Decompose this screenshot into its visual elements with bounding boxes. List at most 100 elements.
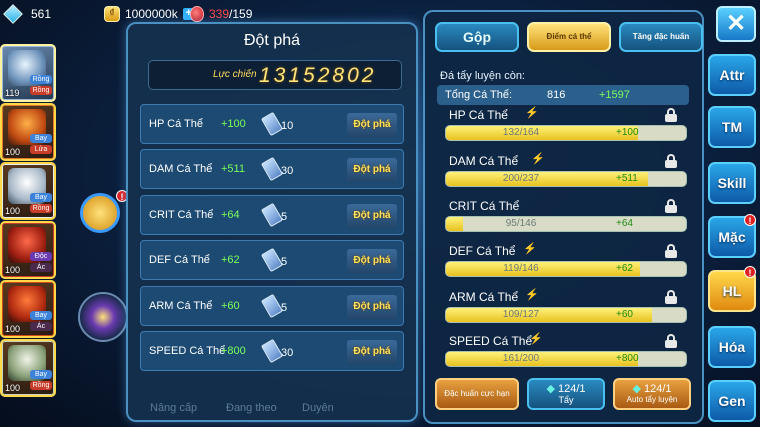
diamond-icon	[3, 4, 23, 24]
breakthrough-button[interactable]: Đột phá	[347, 249, 397, 273]
lock-icon[interactable]	[665, 154, 677, 168]
stat-value: 132/164	[502, 127, 540, 138]
lightning-icon: ⚡	[525, 289, 539, 301]
scroll-icon	[260, 111, 284, 137]
stat-bar: 132/164 +100	[445, 125, 687, 141]
type-tag: Bay	[30, 370, 52, 379]
type-tag: Rồng	[30, 381, 52, 390]
type-tag: Ác	[30, 322, 52, 331]
scroll-icon	[260, 338, 284, 364]
tab-individual-points[interactable]: Điểm cá thể	[527, 22, 611, 52]
scroll-count: 5	[281, 211, 288, 223]
pet-level: 100	[5, 265, 21, 275]
stat-bonus: +62	[221, 254, 240, 266]
bond-tab[interactable]: Duyên	[302, 402, 334, 414]
power-label: Lực chiến	[213, 69, 257, 80]
scroll-count: 5	[281, 256, 288, 268]
gold-value: 1000000k	[125, 7, 178, 21]
side-tab-tm[interactable]: TM	[708, 106, 756, 148]
pet-level: 100	[5, 147, 21, 157]
side-tab-gen[interactable]: Gen	[708, 380, 756, 422]
lock-icon[interactable]	[665, 290, 677, 304]
side-tab-evolve[interactable]: Hóa	[708, 326, 756, 368]
stat-bonus: +60	[221, 300, 240, 312]
type-tag: Ác	[30, 263, 52, 272]
stamina-counter: 339/159	[190, 4, 252, 24]
upgrade-tab[interactable]: Nâng cấp	[150, 402, 197, 414]
type-tag: Rồng	[30, 75, 52, 84]
stat-bar: 109/127 +60	[445, 307, 687, 323]
stat-bonus: +800	[221, 345, 246, 357]
stat-bonus: +511	[221, 163, 245, 175]
total-bonus: +1597	[599, 89, 630, 101]
stat-label: ARM Cá Thể	[449, 290, 519, 304]
breakthrough-row: SPEED Cá Thể +800 30 Đột phá	[140, 331, 404, 371]
breakthrough-button[interactable]: Đột phá	[347, 158, 397, 182]
wash-button[interactable]: ◆ 124/1 Tẩy	[527, 378, 605, 410]
roster-slot[interactable]: Độc Ác 100	[0, 221, 56, 279]
lock-icon[interactable]	[665, 334, 677, 348]
remaining-label: Đá tẩy luyện còn:	[440, 70, 525, 82]
alert-badge-icon: !	[744, 266, 756, 278]
following-tab[interactable]: Đang theo	[226, 402, 277, 414]
pet-level: 100	[5, 206, 21, 216]
wash-stone-icon: ◆	[632, 383, 641, 395]
roster-slot[interactable]: Bay Lửa 100	[0, 103, 56, 161]
tab-merge[interactable]: Gộp	[435, 22, 519, 52]
stat-add: +62	[616, 263, 633, 274]
stat-label: HP Cá Thể	[449, 108, 508, 122]
orb-icon[interactable]	[78, 292, 128, 342]
scroll-icon	[260, 293, 284, 319]
gem-value: 561	[31, 7, 52, 21]
stat-bar: 119/146 +62	[445, 261, 687, 277]
tab-special-training[interactable]: Tăng đặc huấn	[619, 22, 703, 52]
total-box: Tổng Cá Thể: 816 +1597	[437, 85, 689, 105]
pet-level: 100	[5, 383, 21, 393]
lightning-icon: ⚡	[531, 153, 545, 165]
type-tag: Rồng	[30, 204, 52, 213]
breakthrough-row: ARM Cá Thể +60 5 Đột phá	[140, 286, 404, 326]
power-value: 13152802	[259, 64, 377, 87]
gift-lock-icon[interactable]	[80, 193, 120, 233]
scroll-count: 5	[281, 302, 288, 314]
roster-slot[interactable]: Bay Rồng 100	[0, 162, 56, 220]
breakthrough-button[interactable]: Đột phá	[347, 340, 397, 364]
extreme-training-button[interactable]: Đặc huấn cực hạn	[435, 378, 519, 410]
alert-badge-icon: !	[744, 214, 756, 226]
auto-wash-button[interactable]: ◆ 124/1 Auto tẩy luyện	[613, 378, 691, 410]
roster-slot[interactable]: Rồng Rồng 119	[0, 44, 56, 102]
breakthrough-button[interactable]: Đột phá	[347, 295, 397, 319]
breakthrough-button[interactable]: Đột phá	[347, 113, 397, 137]
stat-bar: 161/200 +800	[445, 351, 687, 367]
individual-stats-panel: Gộp Điểm cá thể Tăng đặc huấn Đá tẩy luy…	[423, 10, 704, 424]
stat-label: DAM Cá Thể	[449, 154, 519, 168]
stat-add: +100	[616, 127, 639, 138]
lock-icon[interactable]	[665, 108, 677, 122]
lightning-icon: ⚡	[529, 333, 543, 345]
roster-slot[interactable]: Bay Rồng 100	[0, 339, 56, 397]
breakthrough-row: CRIT Cá Thể +64 5 Đột phá	[140, 195, 404, 235]
close-button[interactable]: ✕	[716, 6, 756, 42]
stat-value: 161/200	[502, 353, 540, 364]
stat-name: HP Cá Thể	[149, 118, 204, 130]
pet-level: 100	[5, 324, 21, 334]
lock-icon[interactable]	[665, 199, 677, 213]
potion-icon	[190, 6, 204, 22]
side-tab-attr[interactable]: Attr	[708, 54, 756, 96]
lightning-icon: ⚡	[523, 243, 537, 255]
stat-label: CRIT Cá Thể	[449, 199, 520, 213]
type-tag: Bay	[30, 193, 52, 202]
breakthrough-button[interactable]: Đột phá	[347, 204, 397, 228]
gold-counter: ₫ 1000000k +	[104, 4, 195, 24]
wash-label: Tẩy	[558, 395, 574, 405]
pet-roster: Rồng Rồng 119 Bay Lửa 100 Bay Rồng 100 Đ…	[0, 44, 60, 398]
stat-add: +64	[616, 218, 633, 229]
wash-count: 124/1	[558, 383, 586, 395]
lightning-icon: ⚡	[525, 107, 539, 119]
type-tag: Lửa	[30, 145, 52, 154]
lock-icon[interactable]	[665, 244, 677, 258]
roster-slot[interactable]: Bay Ác 100	[0, 280, 56, 338]
side-tab-skill[interactable]: Skill	[708, 162, 756, 204]
scroll-count: 10	[281, 120, 294, 132]
panel-title: Đột phá	[243, 32, 301, 49]
